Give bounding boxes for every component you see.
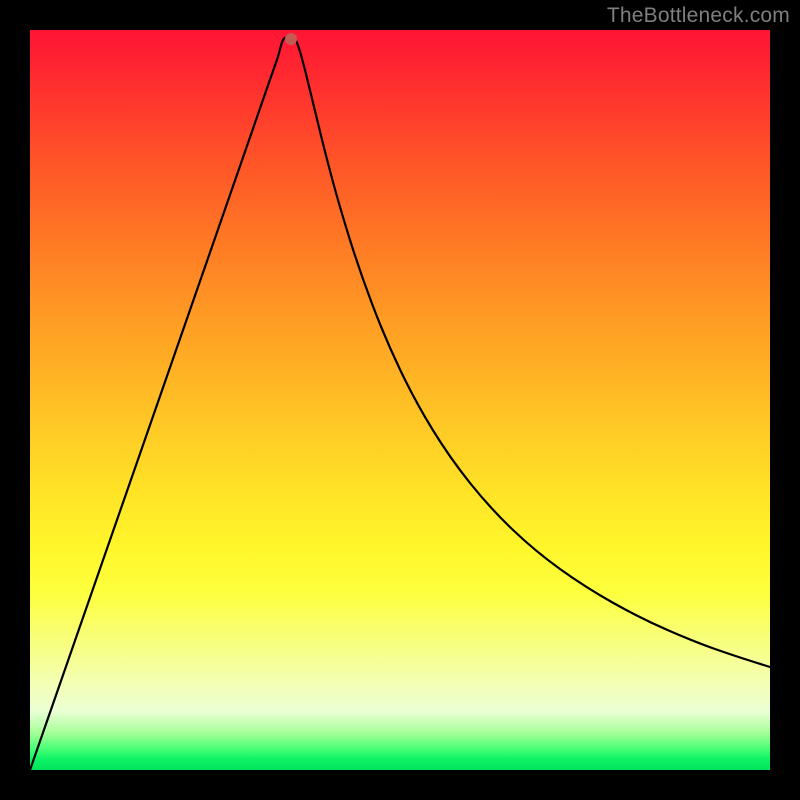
chart-svg bbox=[30, 30, 770, 770]
chart-frame: TheBottleneck.com bbox=[0, 0, 800, 800]
bottleneck-curve bbox=[30, 37, 770, 770]
watermark-text: TheBottleneck.com bbox=[607, 4, 790, 28]
optimal-point-marker bbox=[285, 33, 297, 45]
plot-area bbox=[30, 30, 770, 770]
